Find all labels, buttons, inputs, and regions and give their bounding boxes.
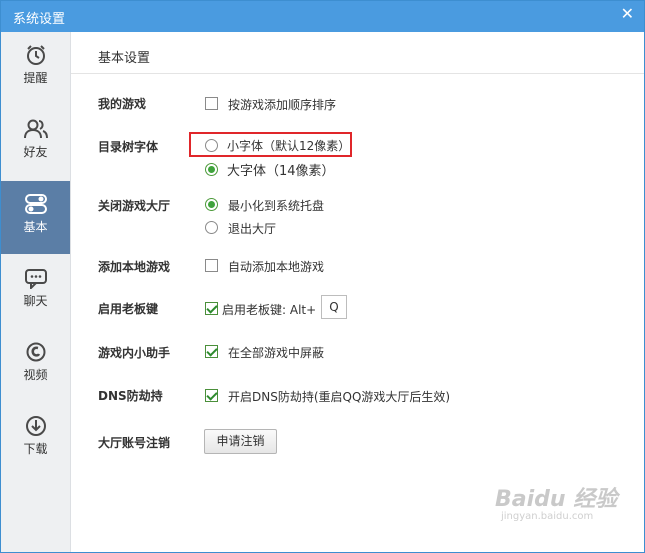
boss-key-checkbox[interactable] bbox=[205, 302, 218, 315]
dns-protect-label: 开启DNS防劫持(重启QQ游戏大厅后生效) bbox=[228, 390, 451, 404]
large-font-radio[interactable] bbox=[205, 163, 218, 176]
exit-lobby-label: 退出大厅 bbox=[228, 222, 277, 236]
sidebar-item-label: 视频 bbox=[23, 368, 48, 382]
minimize-tray-label: 最小化到系统托盘 bbox=[228, 199, 325, 213]
close-lobby-label: 关闭游戏大厅 bbox=[98, 199, 171, 213]
minimize-tray-radio[interactable] bbox=[205, 198, 218, 211]
sidebar-item-label: 聊天 bbox=[23, 294, 48, 308]
sidebar-item-reminder[interactable]: 提醒 bbox=[1, 32, 70, 105]
large-font-label: 大字体（14像素） bbox=[227, 164, 335, 179]
baidu-watermark: Baidu 经验 bbox=[495, 487, 618, 512]
title-bar: 系统设置 ✕ bbox=[1, 1, 644, 32]
window-title: 系统设置 bbox=[13, 12, 66, 27]
boss-key-input[interactable]: Q bbox=[321, 295, 347, 319]
sidebar-item-video[interactable]: 视频 bbox=[1, 329, 70, 402]
block-all-games-checkbox[interactable] bbox=[205, 345, 218, 358]
sidebar-item-label: 好友 bbox=[23, 145, 48, 159]
divider bbox=[71, 73, 644, 74]
boss-key-option: 启用老板键: Alt+ bbox=[222, 303, 317, 317]
small-font-radio[interactable] bbox=[205, 139, 218, 152]
sidebar-item-basic[interactable]: 基本 bbox=[1, 181, 70, 254]
sidebar-item-label: 提醒 bbox=[23, 71, 48, 85]
assistant-label: 游戏内小助手 bbox=[98, 346, 171, 360]
sidebar-item-download[interactable]: 下载 bbox=[1, 403, 70, 476]
toggle-switch-icon bbox=[24, 194, 47, 214]
page-title: 基本设置 bbox=[98, 51, 151, 66]
sort-by-added-checkbox[interactable] bbox=[205, 97, 218, 110]
sidebar-item-chat[interactable]: 聊天 bbox=[1, 255, 70, 328]
boss-key-label: 启用老板键 bbox=[98, 302, 159, 316]
chat-bubble-icon bbox=[24, 269, 47, 289]
close-icon[interactable]: ✕ bbox=[621, 5, 634, 23]
small-font-label: 小字体（默认12像素） bbox=[227, 139, 351, 153]
account-label: 大厅账号注销 bbox=[98, 436, 171, 450]
download-icon bbox=[25, 416, 46, 436]
sidebar-item-friends[interactable]: 好友 bbox=[1, 106, 70, 179]
settings-content: 基本设置 我的游戏 按游戏添加顺序排序 目录树字体 小字体（默认12像素） 大字… bbox=[71, 32, 644, 552]
my-games-label: 我的游戏 bbox=[98, 97, 147, 111]
auto-add-local-option: 自动添加本地游戏 bbox=[228, 260, 325, 274]
alarm-clock-icon bbox=[26, 45, 45, 65]
sidebar: 提醒 好友 基本 聊天 视频 下载 bbox=[1, 32, 71, 552]
dns-label: DNS防劫持 bbox=[98, 389, 163, 403]
exit-lobby-radio[interactable] bbox=[205, 221, 218, 234]
dns-protect-checkbox[interactable] bbox=[205, 389, 218, 402]
friends-icon bbox=[23, 119, 48, 139]
tree-font-label: 目录树字体 bbox=[98, 140, 159, 154]
baidu-watermark-url: jingyan.baidu.com bbox=[501, 511, 594, 522]
sort-by-added-label: 按游戏添加顺序排序 bbox=[228, 98, 337, 112]
add-local-label: 添加本地游戏 bbox=[98, 260, 171, 274]
auto-add-local-checkbox[interactable] bbox=[205, 259, 218, 272]
block-all-games-label: 在全部游戏中屏蔽 bbox=[228, 346, 325, 360]
sidebar-item-label: 基本 bbox=[23, 220, 48, 234]
sidebar-item-label: 下载 bbox=[23, 442, 48, 456]
settings-window: 系统设置 ✕ 提醒 好友 基本 聊天 视频 下载 基本设置 我的游戏 按游戏添加… bbox=[0, 0, 645, 553]
apply-cancel-account-button[interactable]: 申请注销 bbox=[204, 429, 277, 454]
video-icon bbox=[26, 342, 45, 362]
